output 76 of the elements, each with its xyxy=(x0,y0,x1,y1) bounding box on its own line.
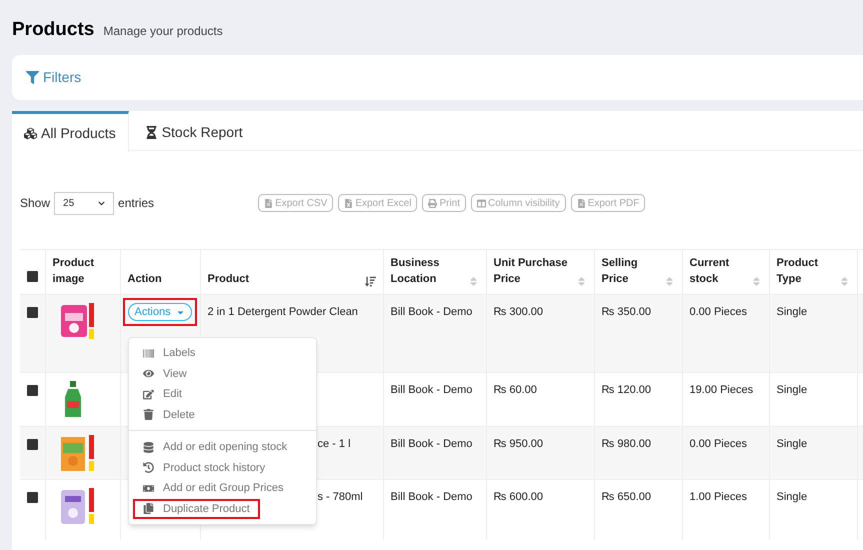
menu-item[interactable]: Delete xyxy=(135,404,203,425)
printer-icon xyxy=(428,198,438,208)
entries-label: entries xyxy=(118,195,154,212)
export-button[interactable]: Export Excel xyxy=(338,194,418,212)
type-cell: Single xyxy=(776,438,808,450)
selling-price: ₨ 350.00 xyxy=(602,306,652,318)
column-header[interactable]: Selling Price xyxy=(602,255,662,287)
history-icon xyxy=(143,462,154,474)
menu-item[interactable]: Duplicate Product xyxy=(133,498,260,519)
column-header[interactable]: Current stock xyxy=(690,255,748,287)
column-header[interactable]: Product Type xyxy=(776,255,836,287)
menu-item[interactable]: Add or edit Group Prices xyxy=(135,478,292,498)
location-cell: Bill Book - Demo xyxy=(390,438,472,450)
menu-item[interactable]: Product stock history xyxy=(135,458,274,478)
row-checkbox[interactable] xyxy=(26,307,38,318)
menu-item[interactable]: Labels xyxy=(135,343,204,364)
product-name: s - 780ml xyxy=(318,490,363,505)
edit-icon xyxy=(143,388,154,400)
column-header[interactable]: Product xyxy=(208,271,250,287)
type-cell: Single xyxy=(776,306,808,318)
column-header[interactable]: Action xyxy=(128,271,162,287)
row-checkbox[interactable] xyxy=(26,492,38,503)
page-subtitle: Manage your products xyxy=(103,23,223,40)
page-title: Products xyxy=(12,18,94,42)
database-icon xyxy=(143,442,154,453)
sort-icon[interactable] xyxy=(364,276,376,287)
product-name: 2 in 1 Detergent Powder Clean xyxy=(208,305,358,320)
row-checkbox[interactable] xyxy=(26,385,38,396)
stock-cell: 1.00 Pieces xyxy=(690,491,747,503)
purchase-price: ₨ 950.00 xyxy=(494,438,544,450)
tab[interactable]: Stock Report xyxy=(128,111,259,150)
copy-icon xyxy=(143,503,154,514)
tab[interactable]: All Products xyxy=(12,111,129,152)
barcode-icon xyxy=(143,348,154,359)
selling-price: ₨ 120.00 xyxy=(602,384,652,396)
column-header[interactable]: Business Location xyxy=(390,255,466,287)
export-button[interactable]: Export CSV xyxy=(258,194,334,212)
export-button[interactable]: Column visibility xyxy=(471,194,566,212)
filters-button[interactable]: Filters xyxy=(26,67,82,88)
menu-item[interactable]: Edit xyxy=(135,384,190,404)
purchase-price: ₨ 300.00 xyxy=(494,306,544,318)
spreadsheet-icon xyxy=(344,198,354,208)
selling-price: ₨ 650.00 xyxy=(602,491,652,503)
banknote-icon xyxy=(143,482,154,494)
location-cell: Bill Book - Demo xyxy=(390,306,472,318)
actions-button[interactable]: Actions xyxy=(128,303,192,321)
export-button[interactable]: Export PDF xyxy=(570,194,646,212)
purchase-price: ₨ 60.00 xyxy=(494,384,537,396)
eye-icon xyxy=(143,368,154,380)
column-header[interactable]: Product image xyxy=(52,255,112,287)
select-all-checkbox[interactable] xyxy=(26,270,38,282)
stock-cell: 19.00 Pieces xyxy=(690,384,754,396)
selling-price: ₨ 980.00 xyxy=(602,438,652,450)
show-label: Show xyxy=(20,195,50,212)
type-cell: Single xyxy=(776,491,808,503)
entries-select[interactable]: 25 xyxy=(54,192,114,214)
column-header[interactable]: Unit Purchase Price xyxy=(494,255,574,287)
type-cell: Single xyxy=(776,384,808,396)
document-icon xyxy=(576,198,586,208)
cubes-icon xyxy=(24,126,37,140)
menu-item[interactable]: Add or edit opening stock xyxy=(135,437,296,458)
stock-cell: 0.00 Pieces xyxy=(690,438,747,450)
row-checkbox[interactable] xyxy=(26,439,38,450)
trash-icon xyxy=(143,409,154,420)
location-cell: Bill Book - Demo xyxy=(390,384,472,396)
stock-cell: 0.00 Pieces xyxy=(690,306,747,318)
export-button[interactable]: Print xyxy=(422,194,466,212)
hourglass-icon xyxy=(144,126,158,138)
chevron-down-icon xyxy=(98,200,106,206)
product-name: ce - 1 l xyxy=(318,437,351,452)
filter-icon xyxy=(26,71,39,84)
purchase-price: ₨ 600.00 xyxy=(494,491,544,503)
location-cell: Bill Book - Demo xyxy=(390,491,472,503)
columns-icon xyxy=(477,198,486,208)
menu-item[interactable]: View xyxy=(135,364,195,384)
document-icon xyxy=(264,198,274,208)
